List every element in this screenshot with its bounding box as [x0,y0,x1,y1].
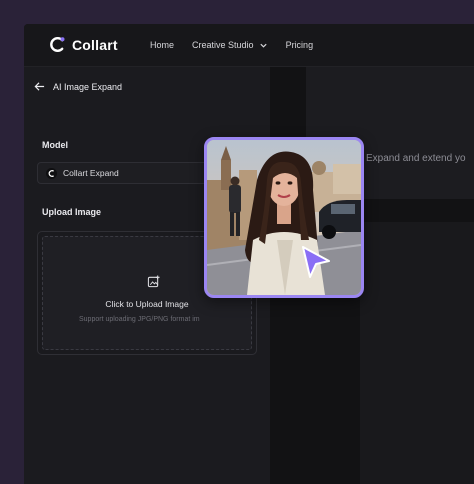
banner-text: Expand and extend yo [366,153,466,164]
logo[interactable]: Collart [49,36,118,53]
top-navbar: Collart Home Creative Studio Pricing [24,24,474,67]
back-label: AI Image Expand [53,81,123,92]
chevron-down-icon [259,43,267,48]
brand-name: Collart [72,36,118,53]
collart-logo-icon [49,36,66,53]
nav-pricing[interactable]: Pricing [286,40,314,50]
model-logo-icon [46,167,57,179]
image-upload-icon [147,275,160,288]
main-nav: Home Creative Studio Pricing [150,40,313,50]
preview-image-card[interactable] [204,137,364,298]
result-column [360,222,474,484]
nav-creative-studio[interactable]: Creative Studio [192,40,268,50]
back-button[interactable]: AI Image Expand [34,81,122,92]
pointer-cursor-icon [302,246,330,278]
upload-label: Upload Image [42,207,102,217]
upload-hint: Support uploading JPG/PNG format im [79,316,200,323]
model-label: Model [42,140,68,150]
upload-title: Click to Upload Image [105,299,189,309]
nav-creative-studio-label: Creative Studio [192,40,254,50]
nav-home[interactable]: Home [150,40,174,50]
portrait-photo [207,140,361,295]
nav-home-label: Home [150,40,175,50]
model-value: Collart Expand [63,168,119,178]
arrow-left-icon [34,82,45,91]
nav-pricing-label: Pricing [285,40,314,50]
